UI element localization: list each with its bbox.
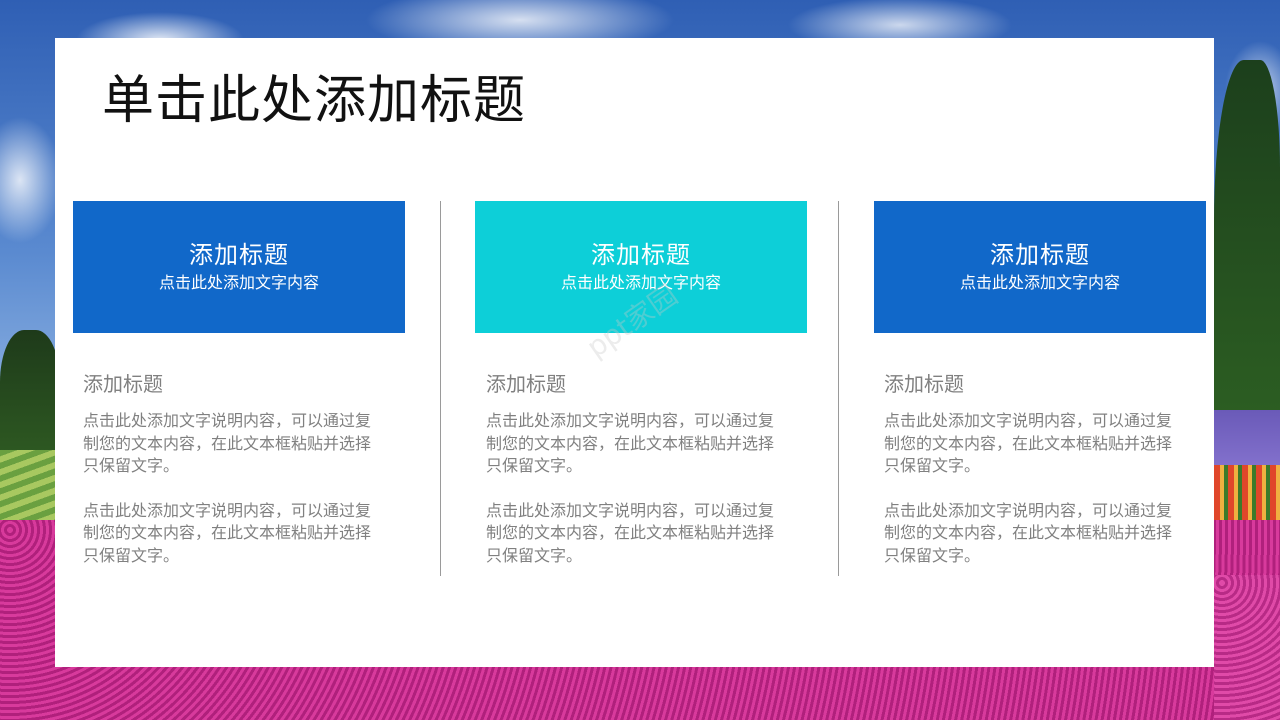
column-paragraph: 点击此处添加文字说明内容，可以通过复制您的文本内容，在此文本框粘贴并选择只保留文… [486, 411, 775, 475]
card-1[interactable]: 添加标题 点击此处添加文字内容 [73, 201, 405, 333]
card-title: 添加标题 [990, 241, 1090, 269]
card-3[interactable]: 添加标题 点击此处添加文字内容 [874, 201, 1206, 333]
page-title[interactable]: 单击此处添加标题 [102, 70, 526, 132]
trees-right [1214, 60, 1280, 420]
column-1-text[interactable]: 添加标题 点击此处添加文字说明内容，可以通过复制您的文本内容，在此文本框粘贴并选… [83, 370, 383, 589]
column-paragraph: 点击此处添加文字说明内容，可以通过复制您的文本内容，在此文本框粘贴并选择只保留文… [884, 500, 1173, 565]
column-3-text[interactable]: 添加标题 点击此处添加文字说明内容，可以通过复制您的文本内容，在此文本框粘贴并选… [884, 370, 1184, 589]
column-2-text[interactable]: 添加标题 点击此处添加文字说明内容，可以通过复制您的文本内容，在此文本框粘贴并选… [486, 370, 786, 589]
trees-left [0, 330, 60, 460]
column-divider-1 [440, 201, 441, 576]
lavender-field [1214, 410, 1280, 465]
column-divider-2 [838, 201, 839, 576]
column-heading: 添加标题 [884, 372, 964, 396]
card-subtitle: 点击此处添加文字内容 [158, 273, 319, 292]
column-heading: 添加标题 [83, 372, 163, 396]
grass-left [0, 450, 60, 530]
card-subtitle: 点击此处添加文字内容 [959, 273, 1120, 292]
column-paragraph: 点击此处添加文字说明内容，可以通过复制您的文本内容，在此文本框粘贴并选择只保留文… [486, 500, 775, 565]
card-title: 添加标题 [591, 241, 691, 269]
card-title: 添加标题 [189, 241, 289, 269]
column-paragraph: 点击此处添加文字说明内容，可以通过复制您的文本内容，在此文本框粘贴并选择只保留文… [884, 411, 1173, 475]
pink-flower-field-right [1214, 575, 1280, 720]
column-paragraph: 点击此处添加文字说明内容，可以通过复制您的文本内容，在此文本框粘贴并选择只保留文… [83, 500, 372, 565]
column-heading: 添加标题 [486, 372, 566, 396]
slide-panel: 单击此处添加标题 添加标题 点击此处添加文字内容 添加标题 点击此处添加文字内容… [55, 38, 1214, 667]
column-paragraph: 点击此处添加文字说明内容，可以通过复制您的文本内容，在此文本框粘贴并选择只保留文… [83, 411, 372, 475]
